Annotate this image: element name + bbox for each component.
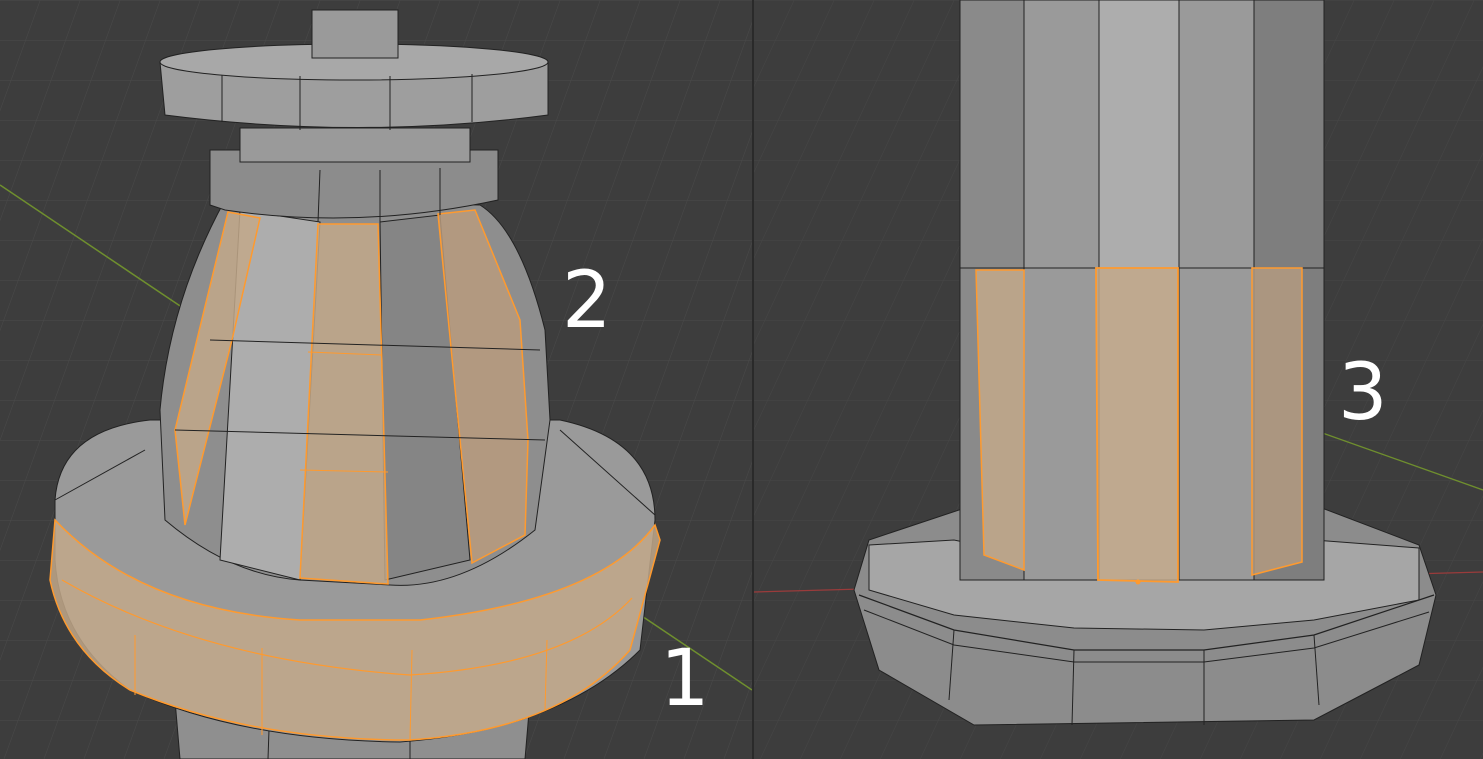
annotation-label-2: 2 bbox=[562, 256, 612, 346]
column-shaft bbox=[959, 0, 1325, 585]
viewport-left-canvas[interactable] bbox=[0, 0, 752, 759]
selected-face-3a bbox=[975, 269, 1025, 572]
annotation-label-3: 3 bbox=[1338, 348, 1388, 438]
selected-face-3c bbox=[1251, 267, 1303, 576]
selected-face-3b bbox=[1095, 267, 1179, 583]
neck-rings bbox=[209, 127, 499, 223]
annotation-label-1: 1 bbox=[660, 634, 710, 724]
bell-body bbox=[159, 199, 551, 586]
viewport-left[interactable] bbox=[0, 0, 752, 759]
